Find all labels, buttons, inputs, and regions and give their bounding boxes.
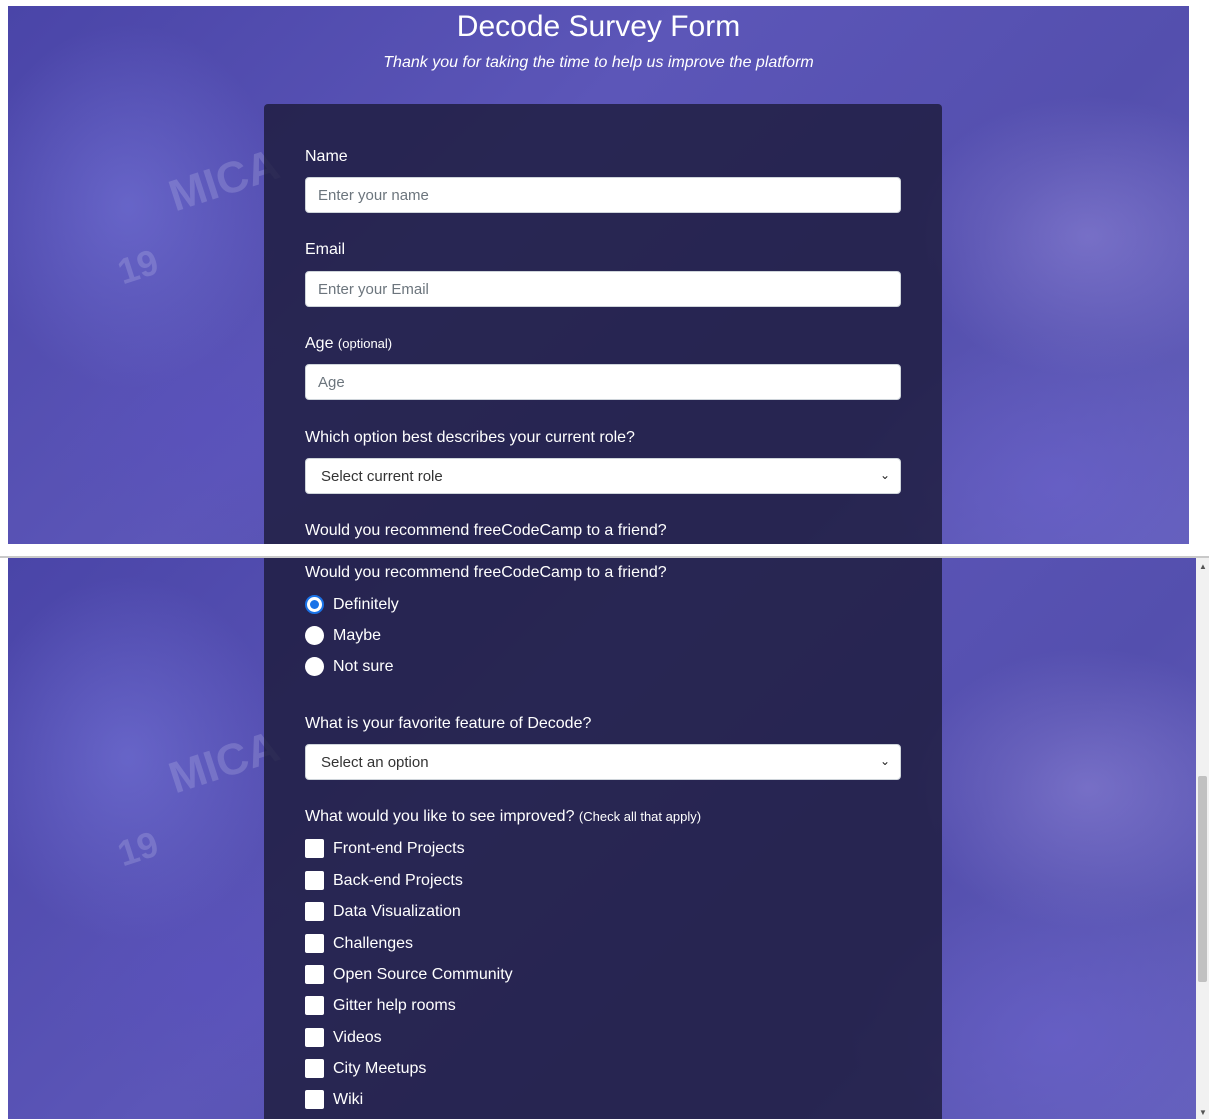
improve-option[interactable]: Front-end Projects	[305, 839, 465, 858]
improve-option-label: Open Source Community	[333, 965, 513, 983]
role-label: Which option best describes your current…	[305, 429, 635, 446]
vertical-scrollbar[interactable]: ▲ ▼	[1196, 558, 1209, 1119]
page-subtitle: Thank you for taking the time to help us…	[383, 54, 814, 71]
page-scrolled-view: MICA 19 Would you recommend freeCodeCamp…	[8, 558, 1196, 1119]
background-photo-number: 19	[112, 822, 164, 875]
improve-option[interactable]: City Meetups	[305, 1059, 426, 1078]
checkbox[interactable]	[305, 965, 324, 984]
improve-option-label: Gitter help rooms	[333, 996, 456, 1014]
improve-option[interactable]: Videos	[305, 1028, 382, 1047]
recommend-label: Would you recommend freeCodeCamp to a fr…	[305, 564, 667, 581]
checkbox[interactable]	[305, 1090, 324, 1109]
improve-option[interactable]: Data Visualization	[305, 902, 461, 921]
age-optional-note: (optional)	[337, 336, 393, 351]
chevron-down-icon: ⌄	[879, 468, 890, 482]
improve-option-label: Challenges	[333, 934, 414, 952]
scroll-down-arrow-icon[interactable]: ▼	[1199, 1108, 1207, 1117]
survey-form-card-continued: Would you recommend freeCodeCamp to a fr…	[264, 558, 942, 1119]
checkbox[interactable]	[305, 871, 324, 890]
improve-option-label: Back-end Projects	[333, 871, 463, 889]
survey-form-card: Name Email Age (optional) Which option b…	[264, 104, 942, 544]
checkbox[interactable]	[305, 839, 324, 858]
feature-dropdown[interactable]: Select an option ⌄	[305, 744, 901, 780]
checkbox[interactable]	[305, 1028, 324, 1047]
recommend-label: Would you recommend freeCodeCamp to a fr…	[305, 522, 667, 539]
recommend-option-not-sure[interactable]: Not sure	[305, 657, 393, 676]
improve-option[interactable]: Gitter help rooms	[305, 996, 456, 1015]
scrollbar-thumb[interactable]	[1198, 776, 1207, 982]
page-title: Decode Survey Form	[456, 10, 741, 43]
email-label: Email	[305, 241, 346, 258]
improve-option[interactable]: Back-end Projects	[305, 871, 463, 890]
role-dropdown[interactable]: Select current role ⌄	[305, 458, 901, 494]
checkbox[interactable]	[305, 934, 324, 953]
role-selected-value: Select current role	[321, 467, 443, 485]
recommend-option-label: Maybe	[333, 626, 382, 644]
improve-option-label: Wiki	[333, 1090, 364, 1108]
age-label: Age (optional)	[305, 335, 392, 353]
improve-label-text: What would you like to see improved?	[305, 808, 575, 825]
recommend-option-label: Definitely	[333, 595, 399, 613]
improve-option[interactable]: Challenges	[305, 934, 413, 953]
page-top-view: MICA 19 Decode Survey Form Thank you for…	[8, 6, 1189, 544]
age-input[interactable]	[305, 364, 901, 400]
checkbox[interactable]	[305, 996, 324, 1015]
radio-unselected[interactable]	[305, 657, 324, 676]
recommend-option-definitely[interactable]: Definitely	[305, 595, 399, 614]
name-label: Name	[305, 148, 348, 165]
name-input[interactable]	[305, 177, 901, 213]
improve-label: What would you like to see improved? (Ch…	[305, 808, 701, 826]
checkbox[interactable]	[305, 902, 324, 921]
chevron-down-icon: ⌄	[879, 754, 890, 768]
feature-selected-value: Select an option	[321, 753, 429, 771]
improve-option[interactable]: Wiki	[305, 1090, 363, 1109]
radio-selected[interactable]	[305, 595, 324, 614]
feature-label: What is your favorite feature of Decode?	[305, 715, 592, 732]
recommend-option-maybe[interactable]: Maybe	[305, 626, 381, 645]
improve-option-label: Videos	[333, 1028, 382, 1046]
improve-option-label: Front-end Projects	[333, 839, 465, 857]
email-input[interactable]	[305, 271, 901, 307]
scroll-up-arrow-icon[interactable]: ▲	[1199, 562, 1207, 571]
background-photo-number: 19	[112, 240, 164, 293]
age-label-text: Age	[305, 335, 334, 352]
checkbox[interactable]	[305, 1059, 324, 1078]
improve-note: (Check all that apply)	[578, 809, 702, 824]
radio-unselected[interactable]	[305, 626, 324, 645]
improve-option-label: Data Visualization	[333, 902, 461, 920]
improve-option-label: City Meetups	[333, 1059, 427, 1077]
improve-option[interactable]: Open Source Community	[305, 965, 513, 984]
recommend-option-label: Not sure	[333, 657, 394, 675]
